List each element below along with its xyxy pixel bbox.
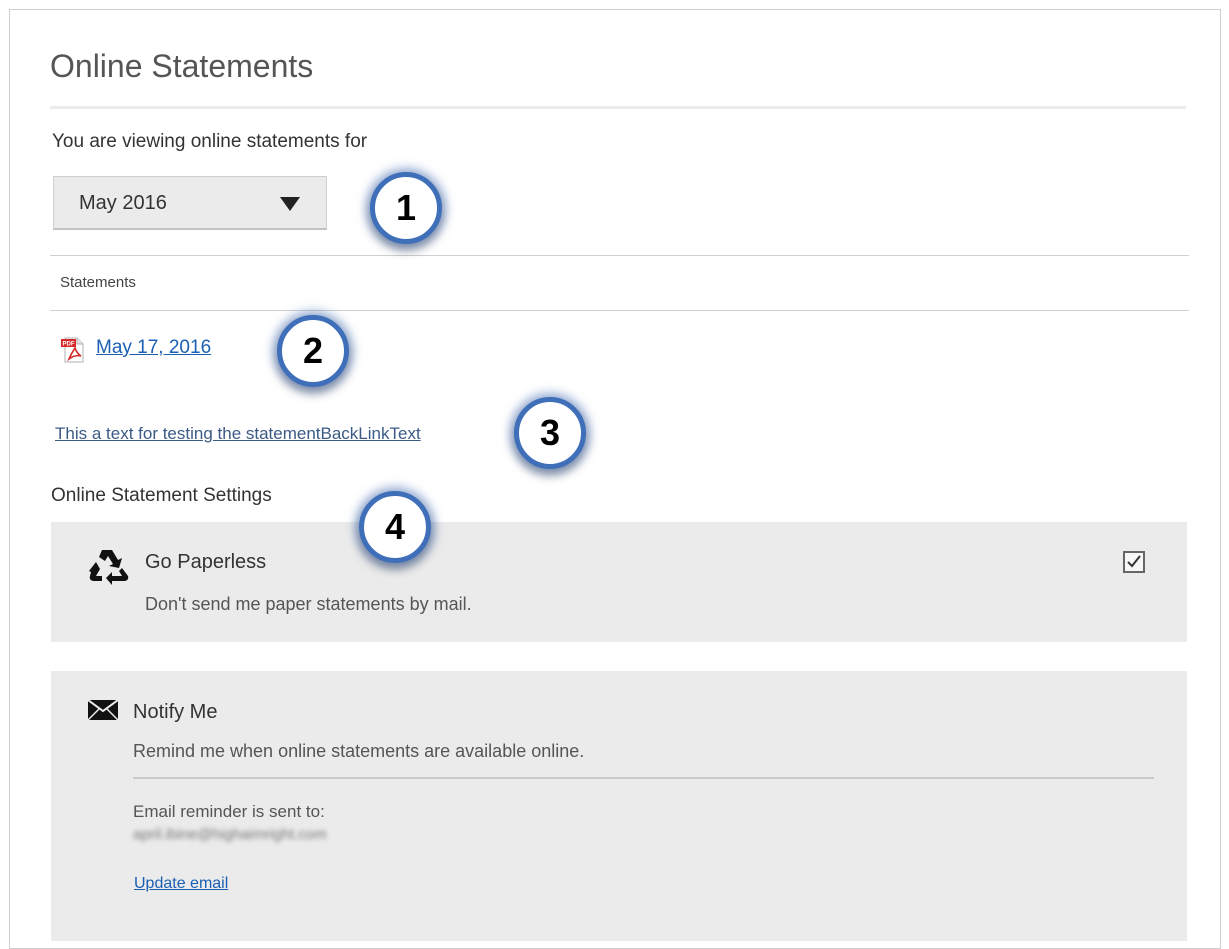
divider [50,310,1189,311]
callout-badge: 2 [277,315,349,387]
divider [50,255,1189,256]
svg-text:PDF: PDF [63,342,75,348]
recycle-icon [89,550,129,585]
title-divider [50,106,1186,109]
email-value: april.ibine@highaimright.com [133,826,327,843]
update-email-link[interactable]: Update email [134,875,228,893]
callout-badge: 4 [359,491,431,563]
back-link[interactable]: This a text for testing the statementBac… [55,424,421,444]
page-title: Online Statements [50,48,314,84]
month-select[interactable]: May 2016 [53,176,327,230]
go-paperless-title: Go Paperless [145,551,267,573]
pdf-icon: PDF [61,337,84,363]
statement-link[interactable]: May 17, 2016 [96,337,211,359]
checkmark-icon [1127,555,1141,568]
notify-divider [133,777,1154,779]
callout-badge: 1 [370,172,442,244]
callout-badge: 3 [514,397,586,469]
settings-heading: Online Statement Settings [51,485,272,506]
go-paperless-description: Don't send me paper statements by mail. [145,594,472,614]
envelope-icon [88,700,118,720]
notify-me-description: Remind me when online statements are ava… [133,741,585,761]
month-select-value: May 2016 [79,192,167,214]
email-label: Email reminder is sent to: [133,802,325,821]
notify-me-title: Notify Me [133,701,218,723]
viewing-label: You are viewing online statements for [52,131,368,152]
caret-down-icon [280,197,300,211]
go-paperless-card [51,522,1187,642]
go-paperless-checkbox[interactable] [1123,551,1145,573]
statements-header: Statements [60,274,136,291]
